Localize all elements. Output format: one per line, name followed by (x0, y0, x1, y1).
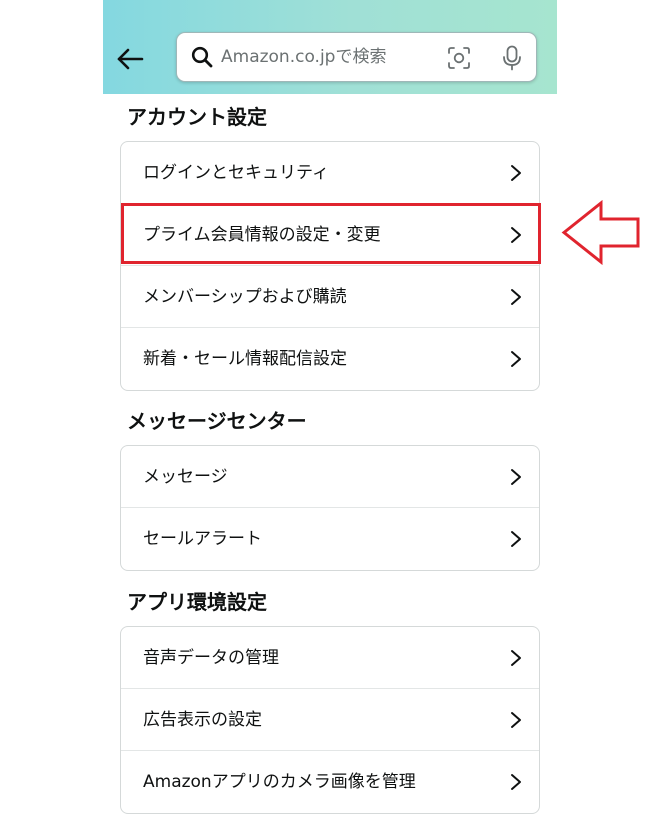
menu-item-label: 広告表示の設定 (143, 710, 262, 730)
menu-item-prime-membership[interactable]: プライム会員情報の設定・変更 (121, 204, 539, 266)
section-title-message-center: メッセージセンター (127, 409, 307, 433)
header-bar (103, 0, 557, 94)
section-title-account-settings: アカウント設定 (127, 105, 267, 129)
menu-item-voice-data[interactable]: 音声データの管理 (121, 627, 539, 689)
chevron-right-icon (511, 531, 521, 547)
menu-item-sale-alerts[interactable]: セールアラート (121, 508, 539, 570)
menu-item-memberships-subscriptions[interactable]: メンバーシップおよび購読 (121, 266, 539, 328)
menu-item-label: 音声データの管理 (143, 648, 279, 668)
arrow-left-icon (117, 48, 144, 70)
menu-item-label: セールアラート (143, 529, 262, 549)
voice-search-button[interactable] (500, 45, 524, 71)
menu-item-label: メンバーシップおよび購読 (143, 287, 347, 307)
search-bar[interactable] (176, 32, 537, 82)
menu-item-messages[interactable]: メッセージ (121, 446, 539, 508)
menu-item-camera-images[interactable]: Amazonアプリのカメラ画像を管理 (121, 751, 539, 813)
menu-item-label: ログインとセキュリティ (143, 163, 329, 183)
chevron-right-icon (511, 650, 521, 666)
camera-search-button[interactable] (447, 46, 471, 70)
section-title-app-settings: アプリ環境設定 (127, 590, 267, 614)
chevron-right-icon (511, 289, 521, 305)
menu-item-label: 新着・セール情報配信設定 (143, 349, 347, 369)
menu-item-label: プライム会員情報の設定・変更 (143, 225, 381, 245)
account-settings-card: ログインとセキュリティ プライム会員情報の設定・変更 メンバーシップおよび購読 … (120, 141, 540, 391)
pointer-arrow-left-icon (561, 200, 640, 265)
camera-scan-icon (448, 47, 470, 69)
search-icon (191, 46, 213, 68)
chevron-right-icon (511, 227, 521, 243)
chevron-right-icon (511, 351, 521, 367)
microphone-icon (503, 45, 521, 71)
settings-screen: アカウント設定 ログインとセキュリティ プライム会員情報の設定・変更 メンバーシ… (103, 0, 557, 829)
chevron-right-icon (511, 712, 521, 728)
message-center-card: メッセージ セールアラート (120, 445, 540, 571)
menu-item-ad-preferences[interactable]: 広告表示の設定 (121, 689, 539, 751)
menu-item-label: Amazonアプリのカメラ画像を管理 (143, 772, 416, 792)
menu-item-notification-settings[interactable]: 新着・セール情報配信設定 (121, 328, 539, 390)
menu-item-label: メッセージ (143, 467, 228, 487)
chevron-right-icon (511, 774, 521, 790)
chevron-right-icon (511, 469, 521, 485)
chevron-right-icon (511, 165, 521, 181)
menu-item-login-security[interactable]: ログインとセキュリティ (121, 142, 539, 204)
back-button[interactable] (115, 44, 145, 74)
search-input[interactable] (221, 43, 431, 71)
app-settings-card: 音声データの管理 広告表示の設定 Amazonアプリのカメラ画像を管理 (120, 626, 540, 814)
